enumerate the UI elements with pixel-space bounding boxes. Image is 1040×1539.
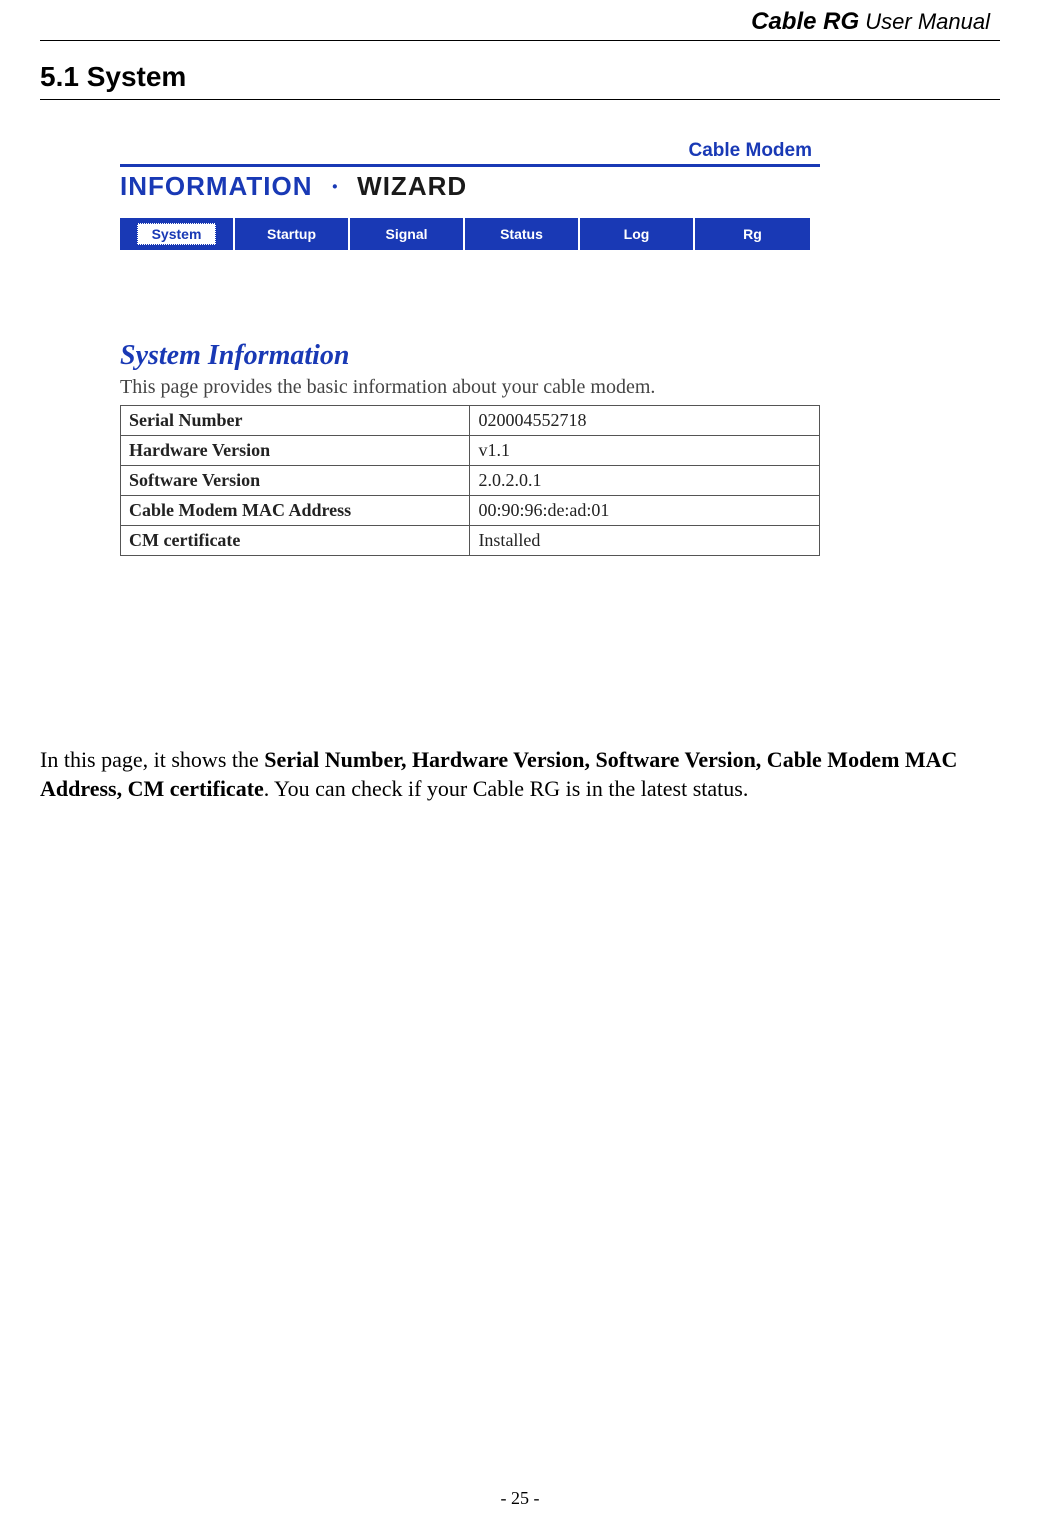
row-value: 00:90:96:de:ad:01 bbox=[470, 496, 820, 526]
tab-rg[interactable]: Rg bbox=[695, 218, 810, 250]
tabs-row: System Startup Signal Status Log Rg bbox=[120, 218, 1000, 250]
row-value: 020004552718 bbox=[470, 406, 820, 436]
body-pre: In this page, it shows the bbox=[40, 747, 264, 772]
sysinfo-heading: System Information bbox=[120, 340, 1000, 372]
screenshot-container: Cable Modem INFORMATION · WIZARD System … bbox=[120, 140, 1000, 556]
modem-label: Cable Modem bbox=[120, 140, 820, 162]
header-title-rest: User Manual bbox=[859, 9, 990, 34]
table-row: Serial Number 020004552718 bbox=[121, 406, 820, 436]
row-key: CM certificate bbox=[121, 526, 470, 556]
table-row: Cable Modem MAC Address 00:90:96:de:ad:0… bbox=[121, 496, 820, 526]
row-value: 2.0.2.0.1 bbox=[470, 466, 820, 496]
tab-status[interactable]: Status bbox=[465, 218, 580, 250]
tab-system-wrapper[interactable]: System bbox=[120, 218, 235, 250]
row-key: Software Version bbox=[121, 466, 470, 496]
sysinfo-container: System Information This page provides th… bbox=[120, 340, 1000, 556]
header-title-em: Cable RG bbox=[751, 8, 859, 35]
tab-signal[interactable]: Signal bbox=[350, 218, 465, 250]
page-number: - 25 - bbox=[40, 1488, 1000, 1509]
modem-banner: Cable Modem INFORMATION · WIZARD bbox=[120, 140, 820, 202]
tab-startup[interactable]: Startup bbox=[235, 218, 350, 250]
section-heading: 5.1 System bbox=[40, 61, 1000, 100]
body-paragraph: In this page, it shows the Serial Number… bbox=[40, 746, 1000, 803]
table-row: CM certificate Installed bbox=[121, 526, 820, 556]
sysinfo-table: Serial Number 020004552718 Hardware Vers… bbox=[120, 405, 820, 556]
tab-log[interactable]: Log bbox=[580, 218, 695, 250]
row-value: v1.1 bbox=[470, 436, 820, 466]
row-value: Installed bbox=[470, 526, 820, 556]
row-key: Cable Modem MAC Address bbox=[121, 496, 470, 526]
sysinfo-description: This page provides the basic information… bbox=[120, 376, 1000, 399]
body-post: . You can check if your Cable RG is in t… bbox=[264, 776, 749, 801]
row-key: Serial Number bbox=[121, 406, 470, 436]
row-key: Hardware Version bbox=[121, 436, 470, 466]
modem-caption: INFORMATION · WIZARD bbox=[120, 164, 820, 202]
page-header: Cable RG User Manual bbox=[40, 0, 1000, 41]
wizard-text: WIZARD bbox=[357, 171, 467, 201]
table-row: Hardware Version v1.1 bbox=[121, 436, 820, 466]
tab-system[interactable]: System bbox=[137, 223, 217, 245]
table-row: Software Version 2.0.2.0.1 bbox=[121, 466, 820, 496]
dot-separator: · bbox=[317, 172, 354, 201]
information-text: INFORMATION bbox=[120, 171, 313, 201]
